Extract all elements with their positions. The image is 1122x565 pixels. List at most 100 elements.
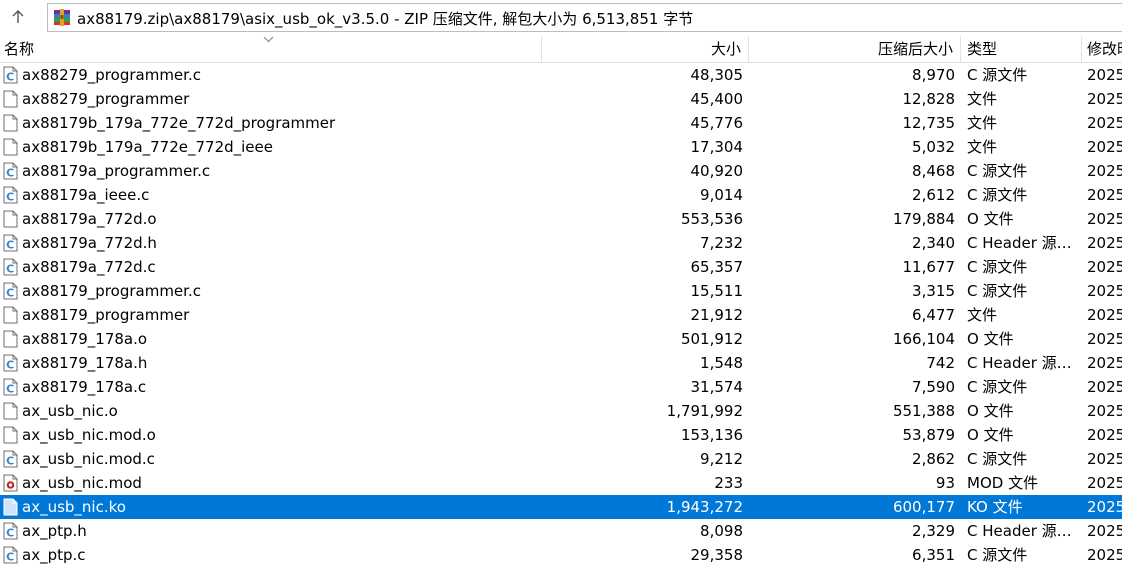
file-row[interactable]: ax88279_programmer 45,400 12,828 文件 2025: [0, 87, 1122, 111]
file-size: 9,212: [700, 450, 743, 468]
file-modified: 2025: [1087, 354, 1122, 372]
file-name: ax88279_programmer: [22, 90, 190, 108]
column-header-type-label: 类型: [967, 40, 998, 58]
file-name: ax88179_178a.o: [22, 330, 148, 348]
file-row[interactable]: C ax_ptp.h 8,098 2,329 C Header 源文件 2025: [0, 519, 1122, 543]
file-row[interactable]: C ax88279_programmer.c 48,305 8,970 C 源文…: [0, 63, 1122, 87]
file-size: 29,358: [690, 546, 744, 564]
up-folder-button[interactable]: [0, 0, 36, 34]
file-name: ax88179_178a.h: [22, 354, 148, 372]
file-size: 1,791,992: [666, 402, 743, 420]
file-packed-size: 12,735: [902, 114, 956, 132]
chevron-down-icon: [263, 36, 274, 43]
file-name: ax88179a_ieee.c: [22, 186, 150, 204]
file-type: 文件: [967, 138, 998, 156]
file-type: C 源文件: [967, 162, 1028, 180]
file-type: C 源文件: [967, 378, 1028, 396]
file-type: O 文件: [967, 330, 1014, 348]
file-size: 21,912: [690, 306, 744, 324]
svg-text:C: C: [6, 287, 14, 300]
address-bar: ax88179.zip\ax88179\asix_usb_ok_v3.5.0 -…: [0, 0, 1122, 36]
file-row[interactable]: ax_usb_nic.mod.o 153,136 53,879 O 文件 202…: [0, 423, 1122, 447]
file-row[interactable]: C ax88179a_772d.c 65,357 11,677 C 源文件 20…: [0, 255, 1122, 279]
svg-text:C: C: [6, 263, 14, 276]
file-name: ax_ptp.c: [22, 546, 86, 564]
file-size: 8,098: [700, 522, 743, 540]
file-packed-size: 742: [926, 354, 955, 372]
file-row[interactable]: C ax88179_178a.c 31,574 7,590 C 源文件 2025: [0, 375, 1122, 399]
file-name: ax88179a_772d.o: [22, 210, 157, 228]
file-modified: 2025: [1087, 234, 1122, 252]
file-row[interactable]: C ax88179a_ieee.c 9,014 2,612 C 源文件 2025: [0, 183, 1122, 207]
file-modified: 2025: [1087, 210, 1122, 228]
file-row[interactable]: ax_usb_nic.ko 1,943,272 600,177 KO 文件 20…: [0, 495, 1122, 519]
c-source-file-icon: C: [3, 378, 18, 396]
file-size: 7,232: [700, 234, 743, 252]
column-divider[interactable]: [1081, 36, 1082, 63]
file-type: C 源文件: [967, 450, 1028, 468]
file-row[interactable]: ax88179_programmer 21,912 6,477 文件 2025: [0, 303, 1122, 327]
file-size: 1,943,272: [666, 498, 743, 516]
column-divider[interactable]: [960, 36, 961, 63]
file-name: ax_usb_nic.o: [22, 402, 118, 420]
file-type: C Header 源文件: [967, 522, 1082, 540]
column-header-packed[interactable]: 压缩后大小: [750, 36, 957, 63]
file-modified: 2025: [1087, 546, 1122, 564]
file-row[interactable]: C ax88179_programmer.c 15,511 3,315 C 源文…: [0, 279, 1122, 303]
file-modified: 2025: [1087, 282, 1122, 300]
file-packed-size: 6,477: [912, 306, 955, 324]
file-packed-size: 3,315: [912, 282, 955, 300]
file-size: 45,400: [690, 90, 744, 108]
svg-text:C: C: [6, 239, 14, 252]
path-text: ax88179.zip\ax88179\asix_usb_ok_v3.5.0 -…: [77, 10, 694, 28]
file-size: 45,776: [690, 114, 744, 132]
file-row[interactable]: ax_usb_nic.o 1,791,992 551,388 O 文件 2025: [0, 399, 1122, 423]
file-name: ax88179b_179a_772e_772d_programmer: [22, 114, 336, 132]
file-row[interactable]: C ax88179a_772d.h 7,232 2,340 C Header 源…: [0, 231, 1122, 255]
file-row[interactable]: C ax88179a_programmer.c 40,920 8,468 C 源…: [0, 159, 1122, 183]
file-packed-size: 8,468: [912, 162, 955, 180]
file-type: C 源文件: [967, 258, 1028, 276]
file-packed-size: 179,884: [892, 210, 955, 228]
file-row[interactable]: ax88179a_772d.o 553,536 179,884 O 文件 202…: [0, 207, 1122, 231]
file-packed-size: 6,351: [912, 546, 955, 564]
file-row[interactable]: C ax88179_178a.h 1,548 742 C Header 源文件 …: [0, 351, 1122, 375]
file-name: ax_usb_nic.mod.o: [22, 426, 156, 444]
file-row[interactable]: ax88179b_179a_772e_772d_ieee 17,304 5,03…: [0, 135, 1122, 159]
file-packed-size: 5,032: [912, 138, 955, 156]
file-name: ax88179_programmer: [22, 306, 190, 324]
file-modified: 2025: [1087, 378, 1122, 396]
file-type: C Header 源文件: [967, 354, 1082, 372]
svg-text:C: C: [6, 359, 14, 372]
file-row[interactable]: ax88179_178a.o 501,912 166,104 O 文件 2025: [0, 327, 1122, 351]
c-source-file-icon: C: [3, 66, 18, 84]
file-name: ax88179b_179a_772e_772d_ieee: [22, 138, 273, 156]
file-size: 233: [714, 474, 743, 492]
blank-file-icon: [3, 90, 18, 108]
file-packed-size: 11,677: [902, 258, 956, 276]
column-header-modified[interactable]: 修改时: [1083, 36, 1122, 63]
file-size: 48,305: [690, 66, 744, 84]
path-field[interactable]: ax88179.zip\ax88179\asix_usb_ok_v3.5.0 -…: [47, 3, 1122, 32]
file-name: ax88179a_programmer.c: [22, 162, 211, 180]
c-source-file-icon: C: [3, 450, 18, 468]
column-divider[interactable]: [541, 36, 542, 63]
column-header-size[interactable]: 大小: [545, 36, 745, 63]
column-divider[interactable]: [748, 36, 749, 63]
file-size: 65,357: [690, 258, 744, 276]
file-packed-size: 166,104: [892, 330, 955, 348]
file-row[interactable]: C ax_usb_nic.mod.c 9,212 2,862 C 源文件 202…: [0, 447, 1122, 471]
file-size: 501,912: [680, 330, 743, 348]
file-row[interactable]: ax_usb_nic.mod 233 93 MOD 文件 2025: [0, 471, 1122, 495]
column-header-type[interactable]: 类型: [963, 36, 1081, 63]
svg-text:C: C: [6, 383, 14, 396]
column-header-packed-label: 压缩后大小: [877, 40, 953, 58]
file-row[interactable]: C ax_ptp.c 29,358 6,351 C 源文件 2025: [0, 543, 1122, 565]
file-row[interactable]: ax88179b_179a_772e_772d_programmer 45,77…: [0, 111, 1122, 135]
file-type: O 文件: [967, 426, 1014, 444]
file-type: O 文件: [967, 210, 1014, 228]
blank-file-icon: [3, 210, 18, 228]
c-source-file-icon: C: [3, 354, 18, 372]
c-source-file-icon: C: [3, 186, 18, 204]
blank-file-icon: [3, 138, 18, 156]
